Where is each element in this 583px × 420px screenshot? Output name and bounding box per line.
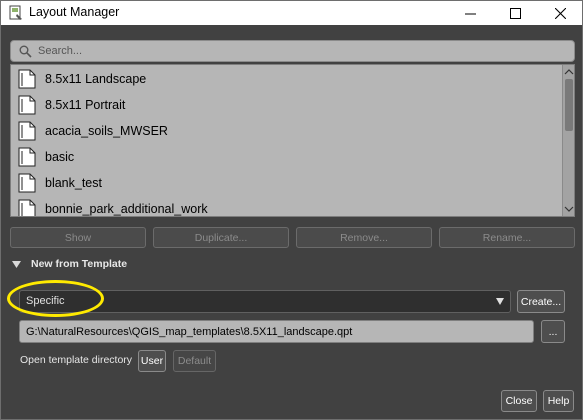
close-icon: [554, 7, 566, 19]
close-window-button[interactable]: [538, 1, 582, 25]
list-item[interactable]: blank_test: [11, 170, 562, 196]
list-item[interactable]: bonnie_park_additional_work: [11, 196, 562, 216]
remove-button[interactable]: Remove...: [296, 227, 432, 248]
open-template-directory-label: Open template directory: [20, 354, 133, 366]
new-from-template-header[interactable]: New from Template: [12, 257, 127, 271]
list-item-label: 8.5x11 Portrait: [45, 98, 126, 112]
browse-button[interactable]: ...: [541, 320, 565, 343]
scroll-up-icon[interactable]: [563, 67, 575, 77]
list-scrollbar[interactable]: [562, 65, 574, 216]
template-path-input[interactable]: [26, 324, 526, 340]
title-bar: Layout Manager: [1, 1, 582, 25]
scrollbar-thumb[interactable]: [565, 79, 573, 131]
maximize-icon: [509, 7, 521, 19]
layout-document-icon: [18, 121, 36, 141]
template-path-field[interactable]: [19, 320, 534, 343]
window-title: Layout Manager: [29, 5, 120, 19]
layout-manager-icon: [9, 5, 22, 20]
layout-list[interactable]: 8.5x11 Landscape 8.5x11 Portrait acacia_…: [10, 64, 575, 217]
list-item-label: basic: [45, 150, 75, 164]
layout-document-icon: [18, 199, 36, 216]
list-item[interactable]: 8.5x11 Landscape: [11, 66, 562, 92]
show-button[interactable]: Show: [10, 227, 146, 248]
layout-document-icon: [18, 147, 36, 167]
maximize-button[interactable]: [493, 1, 537, 25]
layout-document-icon: [18, 173, 36, 193]
chevron-down-icon: [496, 298, 504, 305]
search-icon: [19, 45, 32, 58]
layout-document-icon: [18, 69, 36, 89]
minimize-icon: [464, 13, 476, 14]
list-item-label: bonnie_park_additional_work: [45, 202, 208, 216]
list-item-label: blank_test: [45, 176, 102, 190]
section-title: New from Template: [31, 258, 128, 270]
list-item-label: acacia_soils_MWSER: [45, 124, 168, 138]
template-type-value: Specific: [26, 295, 65, 307]
layout-document-icon: [18, 95, 36, 115]
duplicate-button[interactable]: Duplicate...: [153, 227, 289, 248]
layout-manager-window: Layout Manager 8.5x11 Landscape 8.5x11 P…: [0, 0, 583, 420]
create-button[interactable]: Create...: [517, 290, 565, 313]
list-item[interactable]: 8.5x11 Portrait: [11, 92, 562, 118]
rename-button[interactable]: Rename...: [439, 227, 575, 248]
user-directory-button[interactable]: User: [138, 350, 166, 372]
close-button[interactable]: Close: [501, 390, 537, 412]
search-box[interactable]: [10, 40, 575, 62]
list-item[interactable]: basic: [11, 144, 562, 170]
collapse-triangle-icon: [12, 260, 21, 268]
list-item-label: 8.5x11 Landscape: [45, 72, 147, 86]
list-item[interactable]: acacia_soils_MWSER: [11, 118, 562, 144]
template-type-select[interactable]: Specific: [19, 290, 511, 313]
scroll-down-icon[interactable]: [563, 204, 575, 214]
help-button[interactable]: Help: [543, 390, 574, 412]
search-input[interactable]: [38, 43, 568, 59]
default-directory-button[interactable]: Default: [173, 350, 216, 372]
minimize-button[interactable]: [448, 1, 492, 25]
